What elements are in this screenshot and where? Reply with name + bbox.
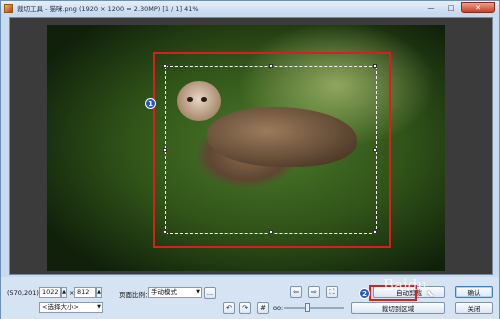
close-button[interactable]: 关闭 [455,302,493,314]
window-title: 裁切工具 - 猫咪.png (1920 × 1200 = 2.30MP) [1 … [17,5,199,13]
rotate-left-icon[interactable]: ↶ [223,302,235,314]
crop-tool-window: 裁切工具 - 猫咪.png (1920 × 1200 = 2.30MP) [1 … [0,0,500,319]
ratio-value: 手动模式 [151,288,177,296]
mouse-cursor-icon: ⬉ [426,289,435,300]
title-bar[interactable]: 裁切工具 - 猫咪.png (1920 × 1200 = 2.30MP) [1 … [1,1,499,15]
annotation-highlight-crop [153,52,391,248]
annotation-badge-2: 2 [359,288,370,299]
chevron-down-icon: ▼ [196,289,200,295]
watermark-logo: Baidu [383,276,428,294]
zoom-slider-track[interactable] [284,307,344,309]
close-window-button[interactable]: ✕ [461,2,495,13]
grid-icon[interactable]: # [257,302,269,314]
width-spinner[interactable]: ▲ [61,287,67,298]
ratio-label: 页面比例： [119,291,152,299]
coordinates-readout: (570,201) [7,289,39,297]
width-input[interactable]: 1022 [39,287,61,298]
fit-to-area-button[interactable]: 裁切到区域 [351,302,445,314]
size-preset-select[interactable]: <选择大小> ▼ [39,302,103,313]
annotation-badge-1: 1 [145,98,156,109]
ratio-select[interactable]: 手动模式 ▼ [148,287,202,298]
app-icon [4,3,13,13]
prev-arrow-icon[interactable]: ⇦ [290,286,302,298]
chevron-down-icon: ▼ [97,304,101,310]
next-arrow-icon[interactable]: ⇨ [308,286,320,298]
height-spinner[interactable]: ▲ [96,287,102,298]
ratio-more-button[interactable]: ... [204,287,216,299]
size-preset-value: <选择大小> [42,303,79,311]
maximize-button[interactable]: □ [441,2,461,13]
zoom-label: oo: [273,304,284,312]
ok-button[interactable]: 确认 [455,286,493,298]
fullscreen-icon[interactable]: ⛶ [326,286,338,298]
height-input[interactable]: 812 [74,287,96,298]
zoom-slider-thumb[interactable] [305,303,310,312]
minimize-button[interactable]: — [421,2,441,13]
rotate-right-icon[interactable]: ↷ [239,302,251,314]
